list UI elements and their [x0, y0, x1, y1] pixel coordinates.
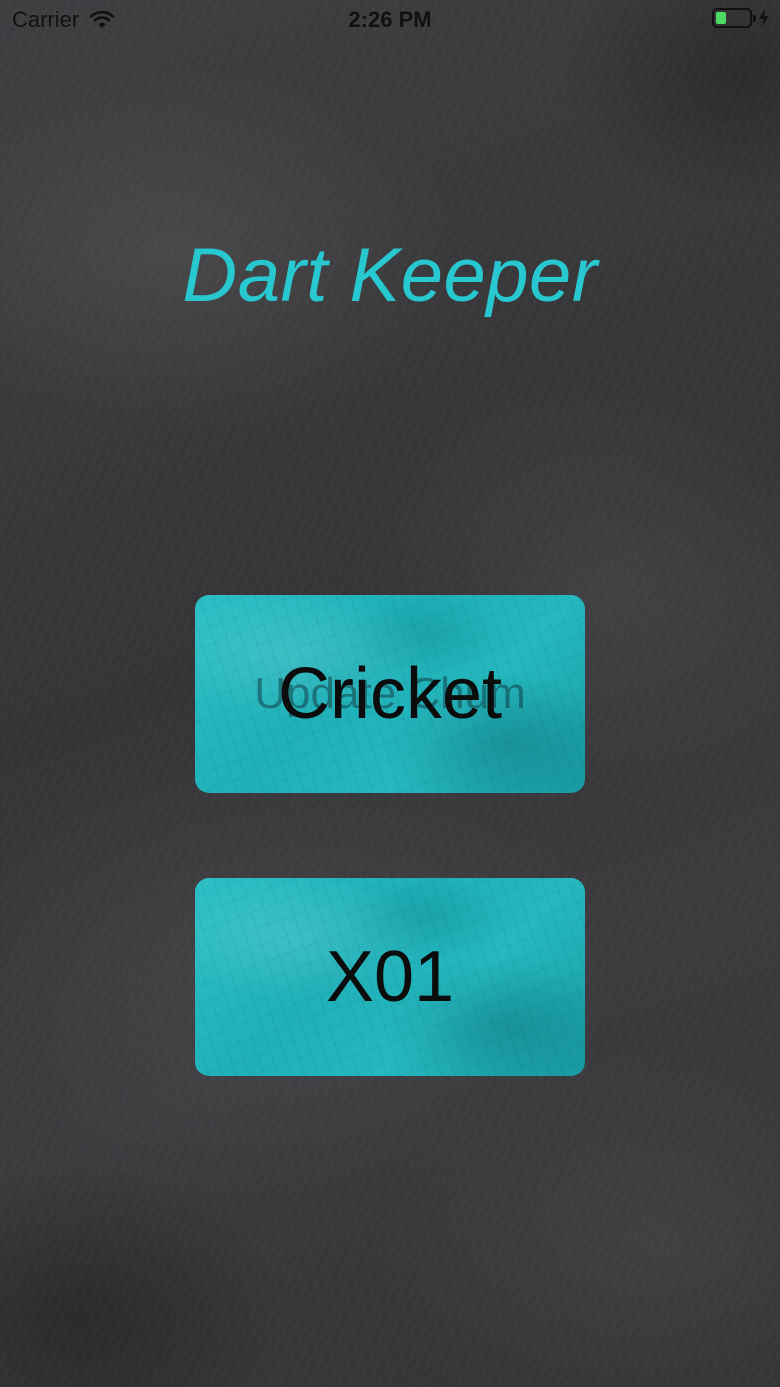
app-title: Dart Keeper	[182, 233, 598, 318]
x01-button-label: X01	[325, 937, 455, 1017]
cricket-button-label: Cricket	[277, 654, 502, 734]
x01-button[interactable]: X01	[195, 878, 585, 1076]
status-time: 2:26 PM	[348, 7, 432, 32]
cricket-button[interactable]: Update Chum Cricket	[195, 595, 585, 793]
status-right	[712, 8, 770, 28]
battery-icon	[712, 8, 756, 28]
status-bar: Carrier 2:26 PM	[0, 0, 780, 40]
charging-bolt-icon	[758, 8, 770, 28]
battery-fill	[716, 12, 726, 24]
